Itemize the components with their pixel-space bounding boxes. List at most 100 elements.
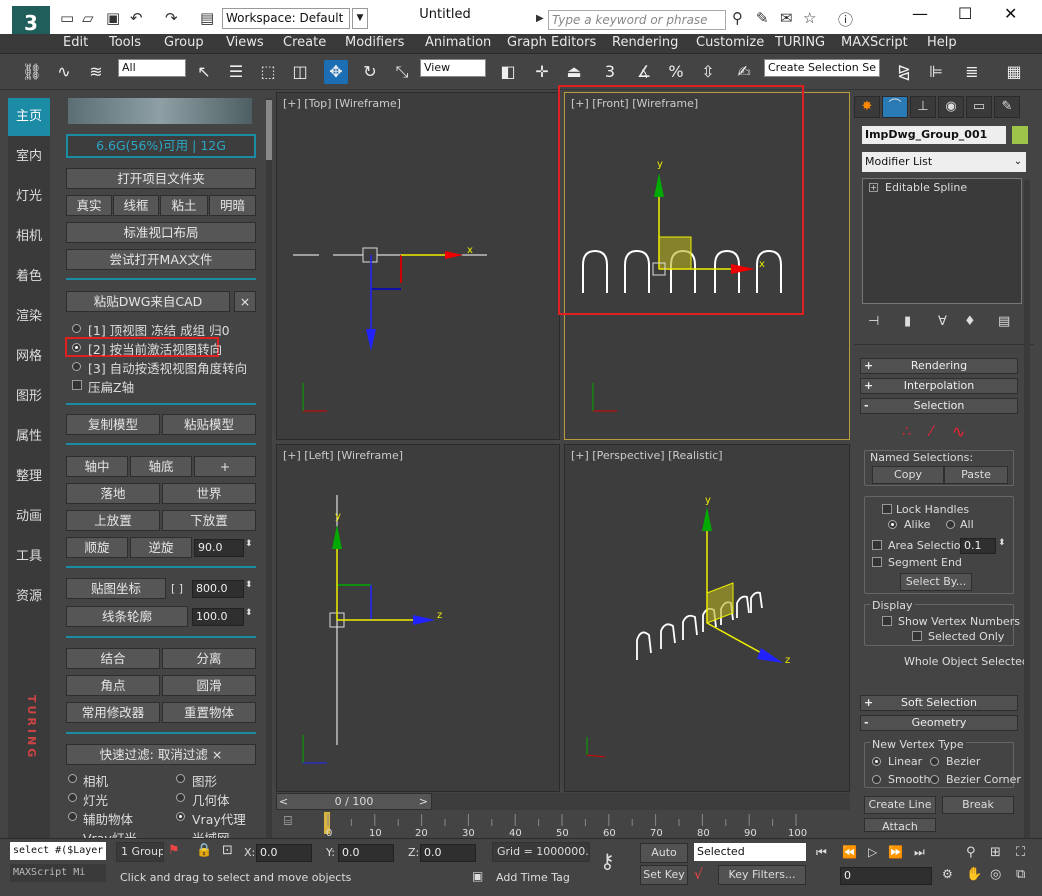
tab-assets[interactable]: 资源 xyxy=(8,578,50,616)
menu-views[interactable]: Views xyxy=(226,35,264,50)
remove-modifier-icon[interactable]: ♦ xyxy=(964,314,976,329)
search-arrow-icon[interactable]: ▶ xyxy=(536,13,544,24)
goto-start-icon[interactable]: ⏮ xyxy=(816,845,827,860)
move-icon[interactable]: ✥ xyxy=(324,60,348,84)
undo-icon[interactable]: ↶ xyxy=(130,9,143,27)
command-panel-scrollbar[interactable] xyxy=(1024,180,1030,840)
map-size-input[interactable]: 800.0 xyxy=(192,580,244,598)
utilities-tab-icon[interactable]: ✎ xyxy=(994,96,1020,118)
menu-rendering[interactable]: Rendering xyxy=(612,35,678,50)
pan-icon[interactable]: ✋ xyxy=(966,867,982,882)
scene-explorer-icon[interactable]: ▦ xyxy=(1002,60,1026,84)
y-coord-input[interactable]: 0.0 xyxy=(338,844,394,862)
zoom-extents-icon[interactable]: ⛶ xyxy=(1016,845,1025,860)
filter-light-radio[interactable] xyxy=(68,793,77,802)
rotate-angle-input[interactable]: 90.0 xyxy=(194,539,244,557)
key-set-select[interactable]: Selected xyxy=(694,843,806,861)
rollout-selection[interactable]: - Selection xyxy=(860,398,1018,414)
filter-camera-radio[interactable] xyxy=(68,774,77,783)
all-radio[interactable] xyxy=(946,520,955,529)
paste-model-button[interactable]: 粘贴模型 xyxy=(162,414,256,435)
filter-shape-radio[interactable] xyxy=(176,774,185,783)
play-icon[interactable]: ▷ xyxy=(868,845,877,859)
pivot-center-button[interactable]: 轴中 xyxy=(66,456,128,477)
menu-tools[interactable]: Tools xyxy=(109,35,141,50)
detach-button[interactable]: 分离 xyxy=(162,648,256,669)
configure-modifier-icon[interactable]: ▤ xyxy=(998,314,1010,329)
pivot-plus-button[interactable]: + xyxy=(194,456,256,477)
rotate-cw-button[interactable]: 顺旋 xyxy=(66,537,128,558)
tab-tools[interactable]: 工具 xyxy=(8,538,50,576)
smooth-button[interactable]: 圆滑 xyxy=(162,675,256,696)
select-by-name-icon[interactable]: ☰ xyxy=(224,60,248,84)
tab-shapes[interactable]: 图形 xyxy=(8,378,50,416)
corner-button[interactable]: 角点 xyxy=(66,675,160,696)
scale-icon[interactable]: ⤡ xyxy=(390,60,414,84)
object-name-input[interactable]: ImpDwg_Group_001 xyxy=(862,126,1006,144)
maxscript-listener-input[interactable]: select #($Layer xyxy=(10,842,106,860)
attach-button[interactable]: 结合 xyxy=(66,648,160,669)
next-frame-icon[interactable]: > xyxy=(419,794,428,809)
tab-mesh[interactable]: 网格 xyxy=(8,338,50,376)
menu-edit[interactable]: Edit xyxy=(63,35,88,50)
linear-radio[interactable] xyxy=(872,757,881,766)
goto-end-icon[interactable]: ⏭ xyxy=(914,845,925,860)
create-line-button[interactable]: Create Line xyxy=(864,796,936,814)
time-slider[interactable]: < 0 / 100 > xyxy=(276,793,432,810)
radio-active-view[interactable] xyxy=(72,343,81,352)
keyboard-shortcut-icon[interactable]: ⏏ xyxy=(562,60,586,84)
align-icon[interactable]: ⊫ xyxy=(924,60,948,84)
smooth-radio[interactable] xyxy=(872,775,881,784)
prev-frame-icon[interactable]: < xyxy=(279,794,288,809)
x-coord-input[interactable]: 0.0 xyxy=(256,844,312,862)
redo-icon[interactable]: ↷ xyxy=(165,9,178,27)
open-icon[interactable]: ▱ xyxy=(82,9,94,27)
area-selection-input[interactable]: 0.1 xyxy=(960,538,996,554)
radio-auto-perspective[interactable] xyxy=(72,362,81,371)
key-filters-button[interactable]: Key Filters... xyxy=(718,865,806,885)
open-project-folder-button[interactable]: 打开项目文件夹 xyxy=(66,168,256,189)
menu-graph-editors[interactable]: Graph Editors xyxy=(507,35,596,50)
segment-level-icon[interactable]: ⁄ xyxy=(930,424,932,440)
paste-dwg-button[interactable]: 粘贴DWG来自CAD xyxy=(66,291,230,312)
mode-realistic-button[interactable]: 真实 xyxy=(66,195,112,216)
select-by-button[interactable]: Select By... xyxy=(900,573,972,591)
world-button[interactable]: 世界 xyxy=(162,483,256,504)
copy-model-button[interactable]: 复制模型 xyxy=(66,414,160,435)
line-outline-button[interactable]: 线条轮廓 xyxy=(66,606,188,627)
spline-level-icon[interactable]: ∿ xyxy=(952,422,965,441)
zoom-all-icon[interactable]: ⊞ xyxy=(990,845,1001,860)
common-modifiers-button[interactable]: 常用修改器 xyxy=(66,702,160,723)
transform-mode-icon[interactable]: ⊡ xyxy=(222,843,233,858)
spinner-icon[interactable]: ⬍ xyxy=(245,539,253,549)
segment-end-checkbox[interactable] xyxy=(872,557,882,567)
outline-width-input[interactable]: 100.0 xyxy=(192,608,244,626)
lock-icon[interactable]: 🔒 xyxy=(196,843,212,858)
new-icon[interactable]: ▭ xyxy=(60,9,74,27)
maximize-icon[interactable]: ☐ xyxy=(958,4,972,23)
link-icon[interactable]: ⛓ xyxy=(20,60,44,84)
tab-organize[interactable]: 整理 xyxy=(8,458,50,496)
paste-selection-button[interactable]: Paste xyxy=(944,466,1008,484)
modify-tab-icon[interactable]: ⌒ xyxy=(882,96,908,118)
save-icon[interactable]: ▣ xyxy=(106,9,120,27)
make-unique-icon[interactable]: ∀ xyxy=(938,314,947,329)
menu-modifiers[interactable]: Modifiers xyxy=(345,35,404,50)
unlink-icon[interactable]: ∿ xyxy=(52,60,76,84)
scrollbar-thumb[interactable] xyxy=(266,100,272,160)
rollout-rendering[interactable]: + Rendering xyxy=(860,358,1018,374)
rotate-icon[interactable]: ↻ xyxy=(358,60,382,84)
pivot-bottom-button[interactable]: 轴底 xyxy=(130,456,192,477)
expand-icon[interactable]: + xyxy=(869,183,878,192)
timeline-ruler[interactable]: 0 10 20 30 40 50 60 70 80 90 100 xyxy=(318,810,850,839)
map-coords-button[interactable]: 贴图坐标 xyxy=(66,578,166,599)
zoom-icon[interactable]: ⚲ xyxy=(966,845,976,860)
percent-snap-icon[interactable]: % xyxy=(664,60,688,84)
reference-coord-select[interactable]: View xyxy=(420,59,486,77)
z-coord-input[interactable]: 0.0 xyxy=(420,844,476,862)
bracket-label[interactable]: [ ] xyxy=(171,582,183,595)
binoculars-icon[interactable]: ⚲ xyxy=(732,9,743,27)
minimize-icon[interactable]: — xyxy=(912,4,928,23)
workspace-select[interactable]: Workspace: Default xyxy=(222,8,350,29)
favorites-icon[interactable]: ☆ xyxy=(803,9,816,27)
